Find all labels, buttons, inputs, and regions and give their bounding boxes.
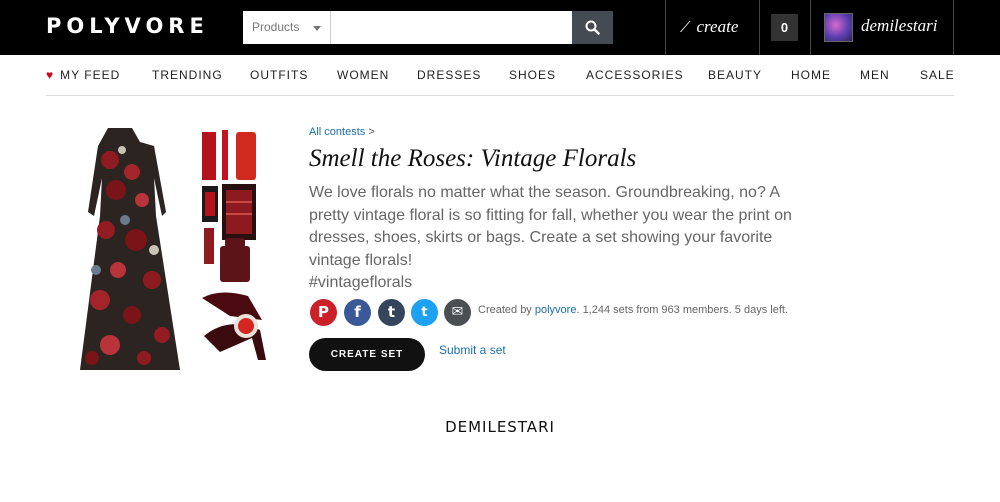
divider xyxy=(759,0,760,55)
heart-icon: ♥ xyxy=(46,68,55,82)
floral-dress-illustration xyxy=(80,128,180,370)
description-text: We love florals no matter what the seaso… xyxy=(309,184,792,269)
pinterest-icon[interactable]: P xyxy=(310,299,337,326)
cart-count-button[interactable]: 0 xyxy=(771,14,798,41)
meta-prefix: Created by xyxy=(478,304,532,316)
search-category-select[interactable]: Products xyxy=(243,11,331,44)
nav-item-outfits[interactable]: OUTFITS xyxy=(250,68,308,82)
nav-item-women[interactable]: WOMEN xyxy=(337,68,389,82)
nav-item-accessories[interactable]: ACCESSORIES xyxy=(586,68,684,82)
facebook-icon[interactable]: f xyxy=(344,299,371,326)
top-bar: POLYVORE Products ⟋ create 0 demilestari xyxy=(0,0,1000,55)
nav-item-home[interactable]: HOME xyxy=(791,68,831,82)
contest-description: We love florals no matter what the seaso… xyxy=(309,182,809,295)
search-input[interactable] xyxy=(331,11,572,44)
tumblr-glyph: t xyxy=(387,303,396,321)
facebook-glyph: f xyxy=(354,303,361,321)
create-button[interactable]: ⟋ create xyxy=(680,17,738,37)
nav-item-label: MY FEED xyxy=(60,68,121,82)
contest-collage-image[interactable] xyxy=(70,120,270,380)
tumblr-icon[interactable]: t xyxy=(378,299,405,326)
main-nav: ♥ MY FEED TRENDING OUTFITS WOMEN DRESSES … xyxy=(46,56,954,96)
username-link[interactable]: demilestari xyxy=(861,16,938,36)
creator-link[interactable]: polyvore xyxy=(535,304,577,316)
magic-wand-icon: ⟋ xyxy=(680,20,691,36)
set-author-name: DEMILESTARI xyxy=(445,418,555,436)
create-label: create xyxy=(696,17,739,36)
avatar[interactable] xyxy=(824,13,853,42)
page-title: Smell the Roses: Vintage Florals xyxy=(309,145,637,172)
nav-item-my-feed[interactable]: ♥ MY FEED xyxy=(46,68,120,82)
nav-item-trending[interactable]: TRENDING xyxy=(152,68,223,82)
divider xyxy=(665,0,666,55)
breadcrumb: All contests > xyxy=(309,126,375,138)
breadcrumb-separator: > xyxy=(368,126,375,138)
nav-item-dresses[interactable]: DRESSES xyxy=(417,68,481,82)
nav-item-sale[interactable]: SALE xyxy=(920,68,955,82)
meta-suffix: . 1,244 sets from 963 members. 5 days le… xyxy=(576,304,788,316)
email-icon[interactable]: ✉ xyxy=(444,299,471,326)
nav-item-men[interactable]: MEN xyxy=(860,68,890,82)
search-icon xyxy=(585,20,600,35)
twitter-icon[interactable]: t xyxy=(411,299,438,326)
hashtag: #vintageflorals xyxy=(309,274,413,291)
polyvore-logo[interactable]: POLYVORE xyxy=(46,14,209,38)
chevron-down-icon xyxy=(313,26,321,31)
email-glyph: ✉ xyxy=(451,304,464,320)
divider xyxy=(810,0,811,55)
divider xyxy=(953,0,954,55)
pinterest-glyph: P xyxy=(318,303,329,321)
nav-item-beauty[interactable]: BEAUTY xyxy=(708,68,762,82)
create-set-button[interactable]: CREATE SET xyxy=(309,338,425,371)
submit-set-link[interactable]: Submit a set xyxy=(439,343,506,357)
nav-item-shoes[interactable]: SHOES xyxy=(509,68,556,82)
twitter-glyph: t xyxy=(421,305,428,320)
all-contests-link[interactable]: All contests xyxy=(309,126,365,138)
search-category-label: Products xyxy=(252,20,300,34)
contest-meta: Created by polyvore. 1,244 sets from 963… xyxy=(478,304,788,316)
beauty-products-illustration xyxy=(202,130,266,360)
search-button[interactable] xyxy=(572,11,613,44)
